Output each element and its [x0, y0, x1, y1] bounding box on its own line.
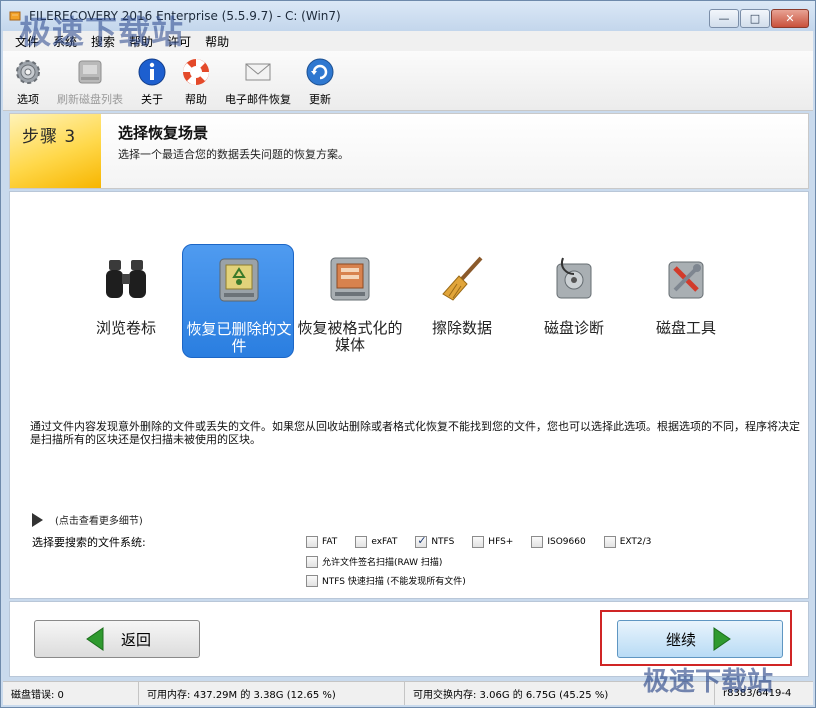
filesystem-label: 选择要搜索的文件系统:	[32, 536, 146, 549]
watermark-top: 极速下载站	[19, 13, 185, 51]
fs-ntfs-checkbox[interactable]	[415, 534, 428, 548]
filesystem-options: FAT exFAT NTFS HFS+ ISO9660 EXT2/3	[306, 534, 669, 548]
fs-name: FAT	[322, 537, 338, 547]
options-tool-button[interactable]: 选项	[13, 51, 43, 110]
step-number: 步骤 3	[22, 127, 77, 147]
expand-triangle-icon[interactable]	[32, 512, 43, 527]
back-button[interactable]: 返回	[34, 620, 200, 658]
fs-name: ISO9660	[547, 537, 586, 547]
toolbar: 选项 刷新磁盘列表 关于 帮助 电子邮件恢复 更新	[3, 51, 813, 111]
binoculars-icon	[106, 260, 146, 298]
update-icon	[306, 58, 334, 86]
scenario-description: 通过文件内容发现意外删除的文件或丢失的文件。如果您从回收站删除或者格式化恢复不能…	[30, 420, 800, 446]
fs-name: EXT2/3	[619, 537, 652, 547]
raw-scan-checkbox[interactable]	[306, 555, 318, 568]
scenario-label: 磁盘诊断	[543, 319, 604, 337]
fs-ext[interactable]: EXT2/3	[603, 536, 652, 548]
refresh-disks-label: 刷新磁盘列表	[57, 93, 123, 106]
tools-drive-icon	[668, 261, 704, 299]
scenario-label: 浏览卷标	[95, 319, 156, 337]
menu-help-2[interactable]: 帮助	[205, 33, 229, 50]
update-label: 更新	[309, 93, 331, 106]
scenario-label: 擦除数据	[431, 319, 492, 337]
fs-exfat[interactable]: exFAT	[355, 536, 397, 548]
fs-ext-checkbox[interactable]	[603, 536, 616, 548]
refresh-disks-tool-button[interactable]: 刷新磁盘列表	[57, 51, 123, 110]
fs-hfs-checkbox[interactable]	[472, 536, 485, 548]
scenario-disk-diagnostics[interactable]: 磁盘诊断	[518, 244, 630, 358]
fs-ntfs[interactable]: NTFS	[415, 534, 455, 548]
ntfs-quick-scan-label: NTFS 快速扫描 (不能发现所有文件)	[322, 577, 466, 587]
disk-refresh-icon	[78, 60, 102, 84]
email-recovery-label: 电子邮件恢复	[225, 93, 291, 106]
app-window: FILERECOVERY 2016 Enterprise (5.5.9.7) -…	[0, 0, 816, 708]
about-tool-button[interactable]: 关于	[137, 51, 167, 110]
fs-exfat-checkbox[interactable]	[355, 536, 368, 548]
ntfs-quick-scan-option[interactable]: NTFS 快速扫描 (不能发现所有文件)	[306, 574, 466, 587]
scenario-recover-deleted[interactable]: 恢复已删除的文件	[182, 244, 294, 358]
scenario-wipe-data[interactable]: 擦除数据	[406, 244, 518, 358]
fs-hfs[interactable]: HFS+	[472, 536, 513, 548]
raw-scan-label: 允许文件签名扫描(RAW 扫描)	[322, 558, 443, 568]
lifebuoy-icon	[183, 59, 209, 85]
continue-button[interactable]: 继续	[617, 620, 783, 658]
status-memory: 可用内存: 437.29M 的 3.38G (12.65 %)	[139, 682, 405, 705]
fs-name: HFS+	[488, 537, 514, 547]
options-label: 选项	[17, 93, 39, 106]
update-tool-button[interactable]: 更新	[305, 51, 335, 110]
scenario-browse-volume[interactable]: 浏览卷标	[70, 244, 182, 358]
step-header: 步骤 3 选择恢复场景 选择一个最适合您的数据丢失问题的恢复方案。	[9, 113, 809, 189]
continue-label: 继续	[665, 630, 696, 649]
step-description: 选择一个最适合您的数据丢失问题的恢复方案。	[118, 148, 349, 161]
arrow-right-icon	[713, 627, 731, 651]
fs-iso9660-checkbox[interactable]	[531, 536, 544, 548]
info-icon	[138, 58, 166, 86]
fs-iso9660[interactable]: ISO9660	[531, 536, 586, 548]
more-details-toggle[interactable]: (点击查看更多细节)	[32, 512, 143, 527]
maximize-button[interactable]: □	[740, 9, 770, 28]
back-label: 返回	[120, 630, 151, 649]
gear-icon	[16, 60, 40, 84]
more-details-text[interactable]: (点击查看更多细节)	[55, 512, 143, 527]
raw-scan-option[interactable]: 允许文件签名扫描(RAW 扫描)	[306, 555, 442, 568]
arrow-left-icon	[86, 627, 104, 651]
scenario-label: 磁盘工具	[655, 319, 716, 337]
fs-name: NTFS	[431, 537, 455, 547]
step-title: 选择恢复场景	[118, 124, 209, 142]
about-label: 关于	[141, 93, 163, 106]
scenario-label: 恢复已删除的文件	[186, 320, 292, 355]
stethoscope-drive-icon	[556, 257, 592, 299]
minimize-button[interactable]: —	[709, 9, 739, 28]
fs-fat[interactable]: FAT	[306, 536, 337, 548]
fs-fat-checkbox[interactable]	[306, 536, 318, 548]
envelope-icon	[245, 63, 271, 81]
scenario-list: 浏览卷标 恢复已删除的文件 恢复被格式化的媒体 擦除数据 磁盘诊断 磁盘工具	[10, 244, 810, 364]
scenario-panel: 浏览卷标 恢复已删除的文件 恢复被格式化的媒体 擦除数据 磁盘诊断 磁盘工具 通…	[9, 191, 809, 599]
email-recovery-tool-button[interactable]: 电子邮件恢复	[225, 51, 291, 110]
scenario-recover-formatted[interactable]: 恢复被格式化的媒体	[294, 244, 406, 358]
watermark-bottom: 极速下载站	[643, 667, 774, 697]
broom-icon	[442, 256, 483, 301]
step-badge: 步骤 3	[10, 114, 101, 188]
help-label: 帮助	[185, 93, 207, 106]
help-tool-button[interactable]: 帮助	[181, 51, 211, 110]
ntfs-quick-scan-checkbox[interactable]	[306, 574, 318, 587]
fs-name: exFAT	[371, 537, 398, 547]
format-drive-icon	[330, 257, 370, 301]
scenario-label: 恢复被格式化的媒体	[297, 319, 403, 354]
scenario-disk-tools[interactable]: 磁盘工具	[630, 244, 742, 358]
status-disk-errors: 磁盘错误: 0	[3, 682, 139, 705]
close-button[interactable]: ✕	[771, 9, 809, 28]
recycle-drive-icon	[219, 258, 259, 302]
